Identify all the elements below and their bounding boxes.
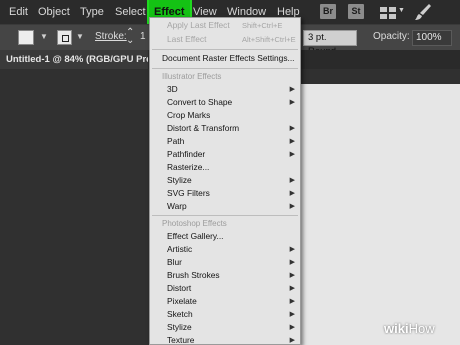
- menu-type[interactable]: Type: [80, 0, 104, 24]
- menu-item-label: Last Effect: [167, 34, 207, 44]
- menu-item-effect-gallery[interactable]: Effect Gallery...: [150, 230, 300, 243]
- menu-item-rasterize[interactable]: Rasterize...: [150, 161, 300, 174]
- menu-select[interactable]: Select: [115, 0, 146, 24]
- menu-item-last-effect[interactable]: Last Effect Alt+Shift+Ctrl+E: [150, 33, 300, 46]
- menu-item-sketch[interactable]: Sketch ▶: [150, 308, 300, 321]
- submenu-arrow-icon: ▶: [289, 151, 295, 158]
- chevron-down-icon[interactable]: ▼: [40, 32, 48, 41]
- stroke-weight-input[interactable]: 1: [140, 31, 146, 42]
- menu-item-label: Blur: [167, 257, 182, 267]
- bridge-button[interactable]: Br: [320, 4, 336, 19]
- artboard[interactable]: [301, 84, 460, 345]
- submenu-arrow-icon: ▶: [289, 259, 295, 266]
- menu-divider: [152, 49, 298, 50]
- menu-divider: [152, 68, 298, 69]
- submenu-arrow-icon: ▶: [289, 190, 295, 197]
- menu-item-label: Brush Strokes: [167, 270, 220, 280]
- brush-definition-select[interactable]: 3 pt. Round: [303, 30, 357, 57]
- menu-item-label: Effect Gallery...: [167, 231, 224, 241]
- menu-object[interactable]: Object: [38, 0, 70, 24]
- watermark-how: How: [408, 321, 435, 336]
- menu-item-apply-last-effect[interactable]: Apply Last Effect Shift+Ctrl+E: [150, 19, 300, 32]
- submenu-arrow-icon: ▶: [289, 285, 295, 292]
- section-header-photoshop: Photoshop Effects: [162, 219, 227, 228]
- fill-swatch[interactable]: [18, 30, 34, 45]
- submenu-arrow-icon: ▶: [289, 86, 295, 93]
- menu-item-3d[interactable]: 3D ▶: [150, 83, 300, 96]
- menu-item-document-raster-effects-settings[interactable]: Document Raster Effects Settings...: [150, 52, 300, 65]
- submenu-arrow-icon: ▶: [289, 324, 295, 331]
- section-header-illustrator: Illustrator Effects: [162, 72, 222, 81]
- document-tab[interactable]: Untitled-1 @ 84% (RGB/GPU Prev: [0, 50, 148, 69]
- menu-item-label: Pixelate: [167, 296, 197, 306]
- menu-item-path[interactable]: Path ▶: [150, 135, 300, 148]
- menu-item-label: Stylize: [167, 322, 192, 332]
- submenu-arrow-icon: ▶: [289, 246, 295, 253]
- menu-item-label: Distort & Transform: [167, 123, 240, 133]
- menu-item-distort-transform[interactable]: Distort & Transform ▶: [150, 122, 300, 135]
- menu-item-label: SVG Filters: [167, 188, 210, 198]
- menu-item-stylize-photoshop[interactable]: Stylize ▶: [150, 321, 300, 334]
- menu-item-warp[interactable]: Warp ▶: [150, 200, 300, 213]
- menu-divider: [152, 215, 298, 216]
- stock-button[interactable]: St: [348, 4, 364, 19]
- grid-icon[interactable]: [380, 6, 396, 24]
- menu-item-label: Convert to Shape: [167, 97, 233, 107]
- submenu-arrow-icon: ▶: [289, 177, 295, 184]
- menu-item-label: Apply Last Effect: [167, 20, 230, 30]
- submenu-arrow-icon: ▶: [289, 125, 295, 132]
- menu-item-convert-to-shape[interactable]: Convert to Shape ▶: [150, 96, 300, 109]
- menu-item-label: Distort: [167, 283, 192, 293]
- shortcut-label: Shift+Ctrl+E: [242, 21, 283, 30]
- stroke-label[interactable]: Stroke:: [95, 31, 127, 42]
- menu-item-label: Stylize: [167, 175, 192, 185]
- menu-item-label: Pathfinder: [167, 149, 206, 159]
- submenu-arrow-icon: ▶: [289, 272, 295, 279]
- menu-item-label: Sketch: [167, 309, 193, 319]
- shortcut-label: Alt+Shift+Ctrl+E: [242, 35, 296, 44]
- menu-item-label: Warp: [167, 201, 187, 211]
- menu-item-label: Crop Marks: [167, 110, 211, 120]
- submenu-arrow-icon: ▶: [289, 99, 295, 106]
- brush-icon[interactable]: [414, 3, 432, 26]
- submenu-arrow-icon: ▶: [289, 138, 295, 145]
- menu-item-artistic[interactable]: Artistic ▶: [150, 243, 300, 256]
- effect-menu: Apply Last Effect Shift+Ctrl+E Last Effe…: [149, 17, 301, 345]
- stroke-stepper-icon[interactable]: ⌃ ⌄: [126, 28, 134, 46]
- menu-item-label: Rasterize...: [167, 162, 210, 172]
- menu-item-pathfinder[interactable]: Pathfinder ▶: [150, 148, 300, 161]
- watermark-wiki: wiki: [384, 321, 409, 336]
- submenu-arrow-icon: ▶: [289, 311, 295, 318]
- menu-item-svg-filters[interactable]: SVG Filters ▶: [150, 187, 300, 200]
- chevron-down-icon[interactable]: ▼: [76, 32, 84, 41]
- menu-item-label: 3D: [167, 84, 178, 94]
- menu-item-pixelate[interactable]: Pixelate ▶: [150, 295, 300, 308]
- menu-item-crop-marks[interactable]: Crop Marks: [150, 109, 300, 122]
- wikihow-watermark: wikiHow: [384, 321, 435, 336]
- menu-item-texture[interactable]: Texture ▶: [150, 334, 300, 345]
- stroke-swatch[interactable]: [57, 30, 72, 45]
- menu-item-blur[interactable]: Blur ▶: [150, 256, 300, 269]
- submenu-arrow-icon: ▶: [289, 298, 295, 305]
- menu-item-label: Artistic: [167, 244, 193, 254]
- menu-item-stylize[interactable]: Stylize ▶: [150, 174, 300, 187]
- menu-item-distort[interactable]: Distort ▶: [150, 282, 300, 295]
- menu-item-brush-strokes[interactable]: Brush Strokes ▶: [150, 269, 300, 282]
- submenu-arrow-icon: ▶: [289, 203, 295, 210]
- opacity-input[interactable]: 100%: [412, 30, 452, 46]
- submenu-arrow-icon: ▶: [289, 337, 295, 344]
- menu-edit[interactable]: Edit: [9, 0, 28, 24]
- menu-item-label: Texture: [167, 335, 195, 345]
- opacity-label: Opacity:: [373, 31, 410, 42]
- chevron-down-icon[interactable]: ▼: [398, 7, 405, 14]
- menu-item-label: Path: [167, 136, 185, 146]
